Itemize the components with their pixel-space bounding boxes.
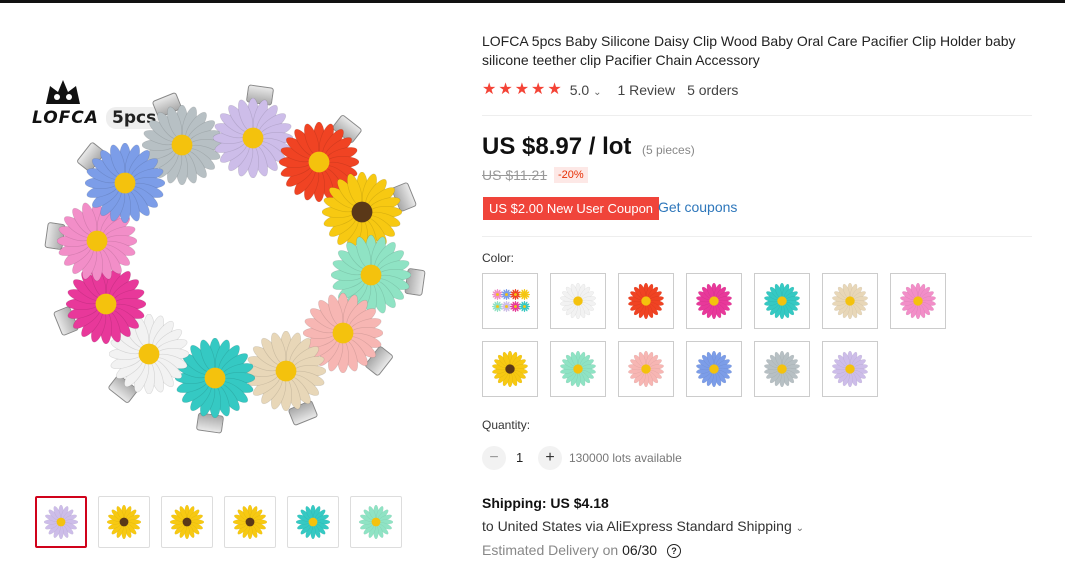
daisy-flower xyxy=(245,330,326,411)
shipping-title: Shipping: US $4.18 xyxy=(482,495,609,511)
rating-value: 5.0 xyxy=(569,82,590,98)
color-swatch-red[interactable] xyxy=(618,273,674,329)
swatch-image xyxy=(492,350,528,388)
shipping-method: to United States via AliExpress Standard… xyxy=(482,518,792,534)
chevron-down-icon: ⌄ xyxy=(795,523,805,534)
swatch-image xyxy=(900,282,936,320)
star-icon: ★ xyxy=(498,81,513,98)
swatch-image xyxy=(832,350,868,388)
star-icon: ★ xyxy=(482,81,497,98)
star-icon: ★ xyxy=(531,81,546,98)
color-swatch-white[interactable] xyxy=(550,273,606,329)
thumbnail-1[interactable] xyxy=(35,496,87,548)
rating-dropdown[interactable]: 5.0 ⌄ xyxy=(570,82,602,98)
swatch-image xyxy=(628,282,664,320)
color-swatch-light-pink[interactable] xyxy=(618,341,674,397)
swatch-image xyxy=(764,282,800,320)
thumbnail-6[interactable] xyxy=(350,496,402,548)
swatch-image xyxy=(764,350,800,388)
stock-available: 130000 lots available xyxy=(569,451,682,465)
color-swatch-rose[interactable] xyxy=(686,273,742,329)
color-swatch-pink[interactable] xyxy=(890,273,946,329)
quantity-value[interactable]: 1 xyxy=(516,450,523,465)
brand-mark-icon xyxy=(46,80,80,104)
thumbnail-5[interactable] xyxy=(287,496,339,548)
thumbnail-image xyxy=(295,504,331,540)
delivery-date: 06/30 xyxy=(622,542,658,558)
thumbnail-image xyxy=(106,504,142,540)
thumbnail-strip xyxy=(35,496,402,548)
color-swatch-turquoise[interactable] xyxy=(754,273,810,329)
rating-row: ★ ★ ★ ★ ★ 5.0 ⌄ 1 Review 5 orders xyxy=(482,82,739,99)
quantity-label: Quantity: xyxy=(482,418,531,432)
price-unit: (5 pieces) xyxy=(642,143,695,157)
swatch-image xyxy=(696,350,732,388)
quantity-decrease-button[interactable]: − xyxy=(482,446,506,470)
estimated-delivery: Estimated Delivery on 06/30 ? xyxy=(482,542,681,558)
product-title: LOFCA 5pcs Baby Silicone Daisy Clip Wood… xyxy=(482,33,1016,68)
color-swatch-khaki[interactable] xyxy=(822,273,878,329)
swatch-image xyxy=(832,282,868,320)
quantity-increase-button[interactable]: + xyxy=(538,446,562,470)
swatch-image xyxy=(488,279,532,323)
color-swatch-blue[interactable] xyxy=(686,341,742,397)
color-swatch-yellow[interactable] xyxy=(482,341,538,397)
original-price: US $11.21 xyxy=(482,167,548,183)
brand-name: LOFCA xyxy=(32,108,99,128)
discount-badge: -20% xyxy=(554,167,588,183)
thumbnail-4[interactable] xyxy=(224,496,276,548)
rating-stars: ★ ★ ★ ★ ★ xyxy=(482,82,562,98)
get-coupons-link[interactable]: Get coupons xyxy=(658,199,737,215)
color-swatch-mixed[interactable] xyxy=(482,273,538,329)
thumbnail-image xyxy=(43,504,79,540)
mini-daisy xyxy=(518,287,531,301)
swatch-image xyxy=(696,282,732,320)
color-swatch-gray[interactable] xyxy=(754,341,810,397)
mini-daisy xyxy=(518,299,531,313)
help-icon[interactable]: ? xyxy=(667,544,681,558)
star-icon: ★ xyxy=(547,81,562,98)
divider xyxy=(482,236,1032,237)
swatch-image xyxy=(628,350,664,388)
shipping-method-selector[interactable]: to United States via AliExpress Standard… xyxy=(482,518,804,534)
color-swatch-mint[interactable] xyxy=(550,341,606,397)
daisy-flower xyxy=(85,143,166,224)
new-user-coupon[interactable]: US $2.00 New User Coupon xyxy=(483,197,660,220)
thumbnail-image xyxy=(232,504,268,540)
swatch-image xyxy=(560,282,596,320)
thumbnail-image xyxy=(169,504,205,540)
color-swatch-lavender[interactable] xyxy=(822,341,878,397)
color-label: Color: xyxy=(482,251,515,265)
star-icon: ★ xyxy=(514,81,530,98)
swatch-image xyxy=(560,350,596,388)
delivery-prefix: Estimated Delivery on xyxy=(482,542,619,558)
chevron-down-icon: ⌄ xyxy=(593,87,602,98)
thumbnail-2[interactable] xyxy=(98,496,150,548)
orders-count: 5 orders xyxy=(687,82,739,98)
reviews-link[interactable]: 1 Review xyxy=(617,82,675,98)
color-swatches xyxy=(482,273,982,397)
main-product-image[interactable]: LOFCA 5pcs xyxy=(14,30,454,470)
top-bar xyxy=(0,0,1065,3)
thumbnail-3[interactable] xyxy=(161,496,213,548)
price: US $8.97 / lot xyxy=(482,133,632,160)
divider xyxy=(482,115,1032,116)
thumbnail-image xyxy=(358,504,394,540)
